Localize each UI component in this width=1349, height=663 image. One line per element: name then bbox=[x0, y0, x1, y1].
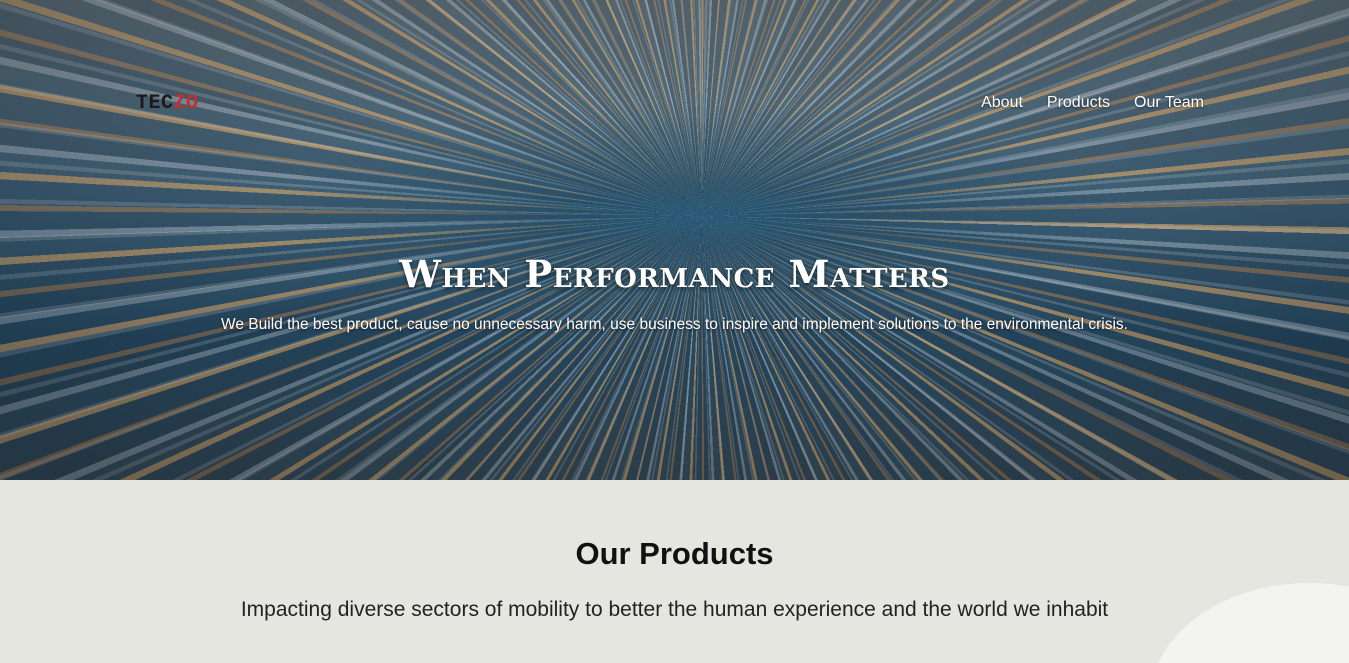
hero-content: When Performance Matters We Build the be… bbox=[0, 252, 1349, 334]
nav-links: About Products Our Team bbox=[981, 94, 1204, 112]
nav-link-our-team[interactable]: Our Team bbox=[1134, 94, 1204, 112]
logo-text-accent: ZO bbox=[173, 92, 199, 115]
products-subtitle: Impacting diverse sectors of mobility to… bbox=[240, 598, 1109, 621]
products-section: Our Products Impacting diverse sectors o… bbox=[0, 480, 1349, 663]
logo[interactable]: TEC ZO bbox=[136, 92, 199, 115]
hero-title: When Performance Matters bbox=[399, 252, 950, 296]
logo-text-dark: TEC bbox=[136, 92, 174, 115]
products-title: Our Products bbox=[575, 536, 774, 571]
nav-link-products[interactable]: Products bbox=[1047, 94, 1110, 112]
hero-subtitle: We Build the best product, cause no unne… bbox=[221, 316, 1128, 333]
navbar: TEC ZO About Products Our Team bbox=[0, 88, 1349, 124]
hero-banner: TEC ZO About Products Our Team When Perf… bbox=[0, 0, 1349, 480]
nav-link-about[interactable]: About bbox=[981, 94, 1023, 112]
